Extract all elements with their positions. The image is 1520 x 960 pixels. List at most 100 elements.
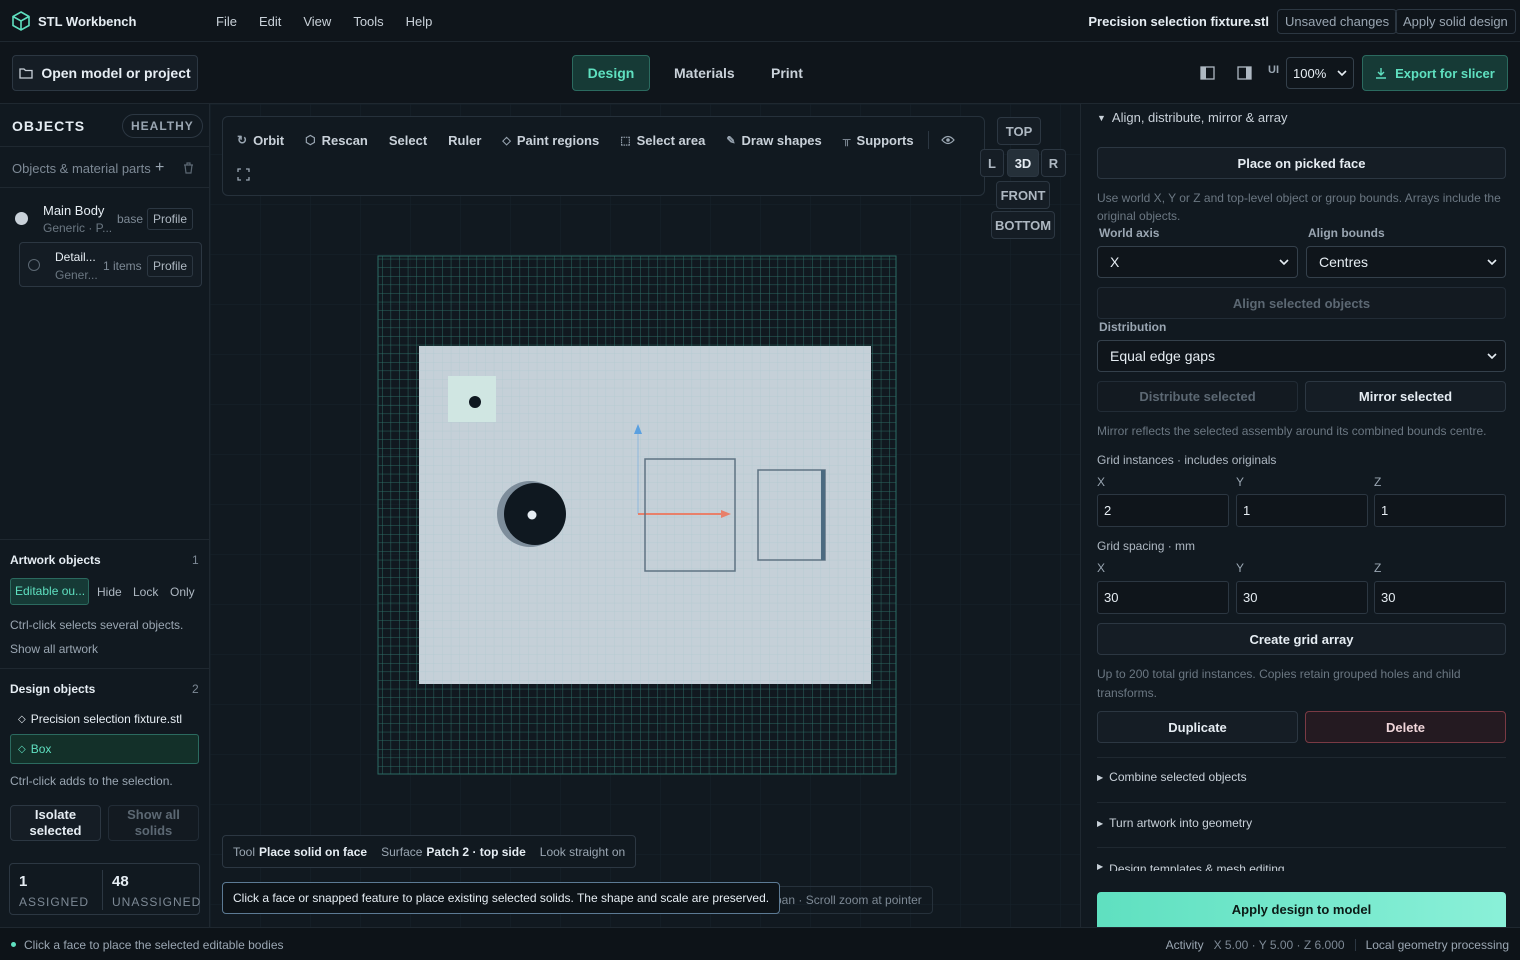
- section-artwork-geometry-header[interactable]: ▶ Turn artwork into geometry: [1097, 816, 1252, 830]
- fullscreen-icon[interactable]: [237, 168, 250, 181]
- align-selected-button[interactable]: Align selected objects: [1097, 287, 1506, 319]
- tool-value: Place solid on face: [259, 844, 368, 859]
- instances-x-input[interactable]: 2: [1097, 494, 1229, 527]
- tab-materials[interactable]: Materials: [674, 65, 735, 81]
- spacing-x-input[interactable]: 30: [1097, 581, 1229, 614]
- viewport-canvas[interactable]: [210, 104, 1080, 927]
- tool-rescan[interactable]: ⬡ Rescan: [305, 133, 368, 148]
- tool-label: Tool: [233, 844, 256, 859]
- isolate-selected-button[interactable]: Isolate selected: [10, 805, 101, 841]
- view-3d-button[interactable]: 3D: [1007, 149, 1039, 177]
- hole-feature: [497, 481, 566, 547]
- menu-view[interactable]: View: [303, 14, 331, 29]
- distribution-label: Distribution: [1099, 320, 1167, 334]
- list-item[interactable]: Detail... Gener... 1 items Profile: [19, 242, 202, 287]
- align-bounds-value: Centres: [1319, 254, 1369, 270]
- lock-chip[interactable]: Lock: [133, 585, 158, 599]
- menu-file[interactable]: File: [216, 14, 237, 29]
- status-bar: Click a face to place the selected edita…: [0, 927, 1520, 960]
- section-align-header[interactable]: ▼ Align, distribute, mirror & array: [1097, 110, 1287, 125]
- tool-orbit-label: Orbit: [253, 132, 285, 148]
- list-item[interactable]: Main Body Generic · P... base Profile: [8, 196, 202, 240]
- align-selected-label: Align selected objects: [1232, 295, 1371, 311]
- editable-chip[interactable]: Editable ou...: [10, 578, 89, 605]
- activity-label[interactable]: Activity: [1166, 938, 1204, 952]
- only-chip[interactable]: Only: [170, 585, 195, 599]
- cube-icon: ⬡: [305, 133, 316, 147]
- profile-button[interactable]: Profile: [147, 208, 194, 230]
- look-straight-button[interactable]: Look straight on: [540, 845, 625, 859]
- objects-title: OBJECTS: [12, 118, 86, 134]
- tool-orbit[interactable]: ↻ Orbit: [237, 133, 284, 148]
- menu-help[interactable]: Help: [406, 14, 433, 29]
- part-tag: 1 items: [103, 259, 142, 273]
- view-top-label: TOP: [1005, 123, 1033, 139]
- apply-solid-button[interactable]: Apply solid design: [1395, 9, 1516, 34]
- design-item-label: Box: [30, 742, 52, 756]
- design-item[interactable]: ◇ Precision selection fixture.stl: [18, 712, 182, 726]
- tool-info-bar: Tool Place solid on face Surface Patch 2…: [222, 835, 637, 868]
- duplicate-button[interactable]: Duplicate: [1097, 711, 1298, 743]
- tool-supports[interactable]: ╥ Supports: [843, 133, 914, 148]
- eye-icon[interactable]: [940, 135, 955, 145]
- tool-select[interactable]: Select: [389, 133, 427, 148]
- tool-draw[interactable]: ✎ Draw shapes: [726, 133, 821, 148]
- instances-y-input[interactable]: 1: [1236, 494, 1368, 527]
- section-templates-header[interactable]: ▶ Design templates & mesh editing: [1097, 862, 1285, 871]
- spacing-x-value: 30: [1104, 590, 1119, 605]
- tool-ruler-label: Ruler: [448, 132, 482, 148]
- spacing-z-input[interactable]: 30: [1374, 581, 1506, 614]
- mirror-help: Mirror reflects the selected assembly ar…: [1097, 424, 1487, 438]
- instances-z-input[interactable]: 1: [1374, 494, 1506, 527]
- status-right: Activity X 5.00 · Y 5.00 · Z 6.000 Local…: [1166, 938, 1509, 952]
- supports-icon: ╥: [842, 134, 851, 146]
- design-item-selected[interactable]: ◇ Box: [10, 734, 199, 764]
- caret-down-icon: ▼: [1097, 112, 1106, 123]
- design-item-label: Precision selection fixture.stl: [30, 712, 183, 726]
- view-front-button[interactable]: FRONT: [996, 181, 1050, 209]
- right-panel-toggle-icon[interactable]: [1237, 66, 1252, 80]
- delete-button[interactable]: Delete: [1305, 711, 1506, 743]
- place-face-label: Place on picked face: [1237, 155, 1366, 171]
- menu-tools[interactable]: Tools: [353, 14, 383, 29]
- place-face-button[interactable]: Place on picked face: [1097, 147, 1506, 179]
- surface-label: Surface: [381, 844, 423, 859]
- apply-design-button[interactable]: Apply design to model: [1097, 892, 1506, 927]
- section-combine-header[interactable]: ▶ Combine selected objects: [1097, 770, 1247, 784]
- coords-readout: X 5.00 · Y 5.00 · Z 6.000: [1213, 938, 1345, 952]
- trash-icon[interactable]: [183, 162, 194, 174]
- diamond-icon: ◇: [18, 743, 26, 755]
- hide-chip[interactable]: Hide: [97, 585, 122, 599]
- tool-ruler[interactable]: Ruler: [448, 133, 481, 148]
- tab-design[interactable]: Design: [572, 55, 650, 91]
- tool-paint[interactable]: ◇ Paint regions: [502, 133, 599, 148]
- 3d-viewport[interactable]: ↻ Orbit ⬡ Rescan Select Ruler ◇ Paint regio…: [210, 104, 1080, 927]
- zoom-select[interactable]: 100%: [1286, 57, 1354, 89]
- chevron-down-icon: [1487, 353, 1497, 359]
- distribution-select[interactable]: Equal edge gaps: [1097, 340, 1506, 372]
- view-bottom-button[interactable]: BOTTOM: [991, 211, 1055, 239]
- left-panel-toggle-icon[interactable]: [1200, 66, 1215, 80]
- tool-select-area[interactable]: ⬚ Select area: [620, 133, 705, 148]
- mirror-button[interactable]: Mirror selected: [1305, 381, 1506, 412]
- create-array-button[interactable]: Create grid array: [1097, 623, 1506, 655]
- export-slicer-button[interactable]: Export for slicer: [1362, 55, 1508, 91]
- view-top-button[interactable]: TOP: [997, 117, 1041, 145]
- view-right-button[interactable]: R: [1041, 149, 1066, 177]
- profile-button[interactable]: Profile: [147, 255, 194, 277]
- open-model-button[interactable]: Open model or project: [12, 55, 198, 91]
- tool-select-label: Select: [388, 132, 428, 148]
- menu-edit[interactable]: Edit: [259, 14, 281, 29]
- distribute-button[interactable]: Distribute selected: [1097, 381, 1298, 412]
- world-axis-select[interactable]: X: [1097, 246, 1298, 278]
- show-all-solids-button[interactable]: Show all solids: [108, 805, 199, 841]
- align-bounds-select[interactable]: Centres: [1306, 246, 1506, 278]
- add-part-icon[interactable]: +: [155, 159, 164, 177]
- folder-icon: [19, 67, 33, 79]
- show-all-artwork-link[interactable]: Show all artwork: [10, 642, 98, 656]
- tab-print[interactable]: Print: [771, 65, 803, 81]
- section-title: Align, distribute, mirror & array: [1111, 110, 1288, 125]
- view-left-button[interactable]: L: [980, 149, 1004, 177]
- spacing-y-input[interactable]: 30: [1236, 581, 1368, 614]
- status-message: Click a face to place the selected edita…: [24, 938, 284, 952]
